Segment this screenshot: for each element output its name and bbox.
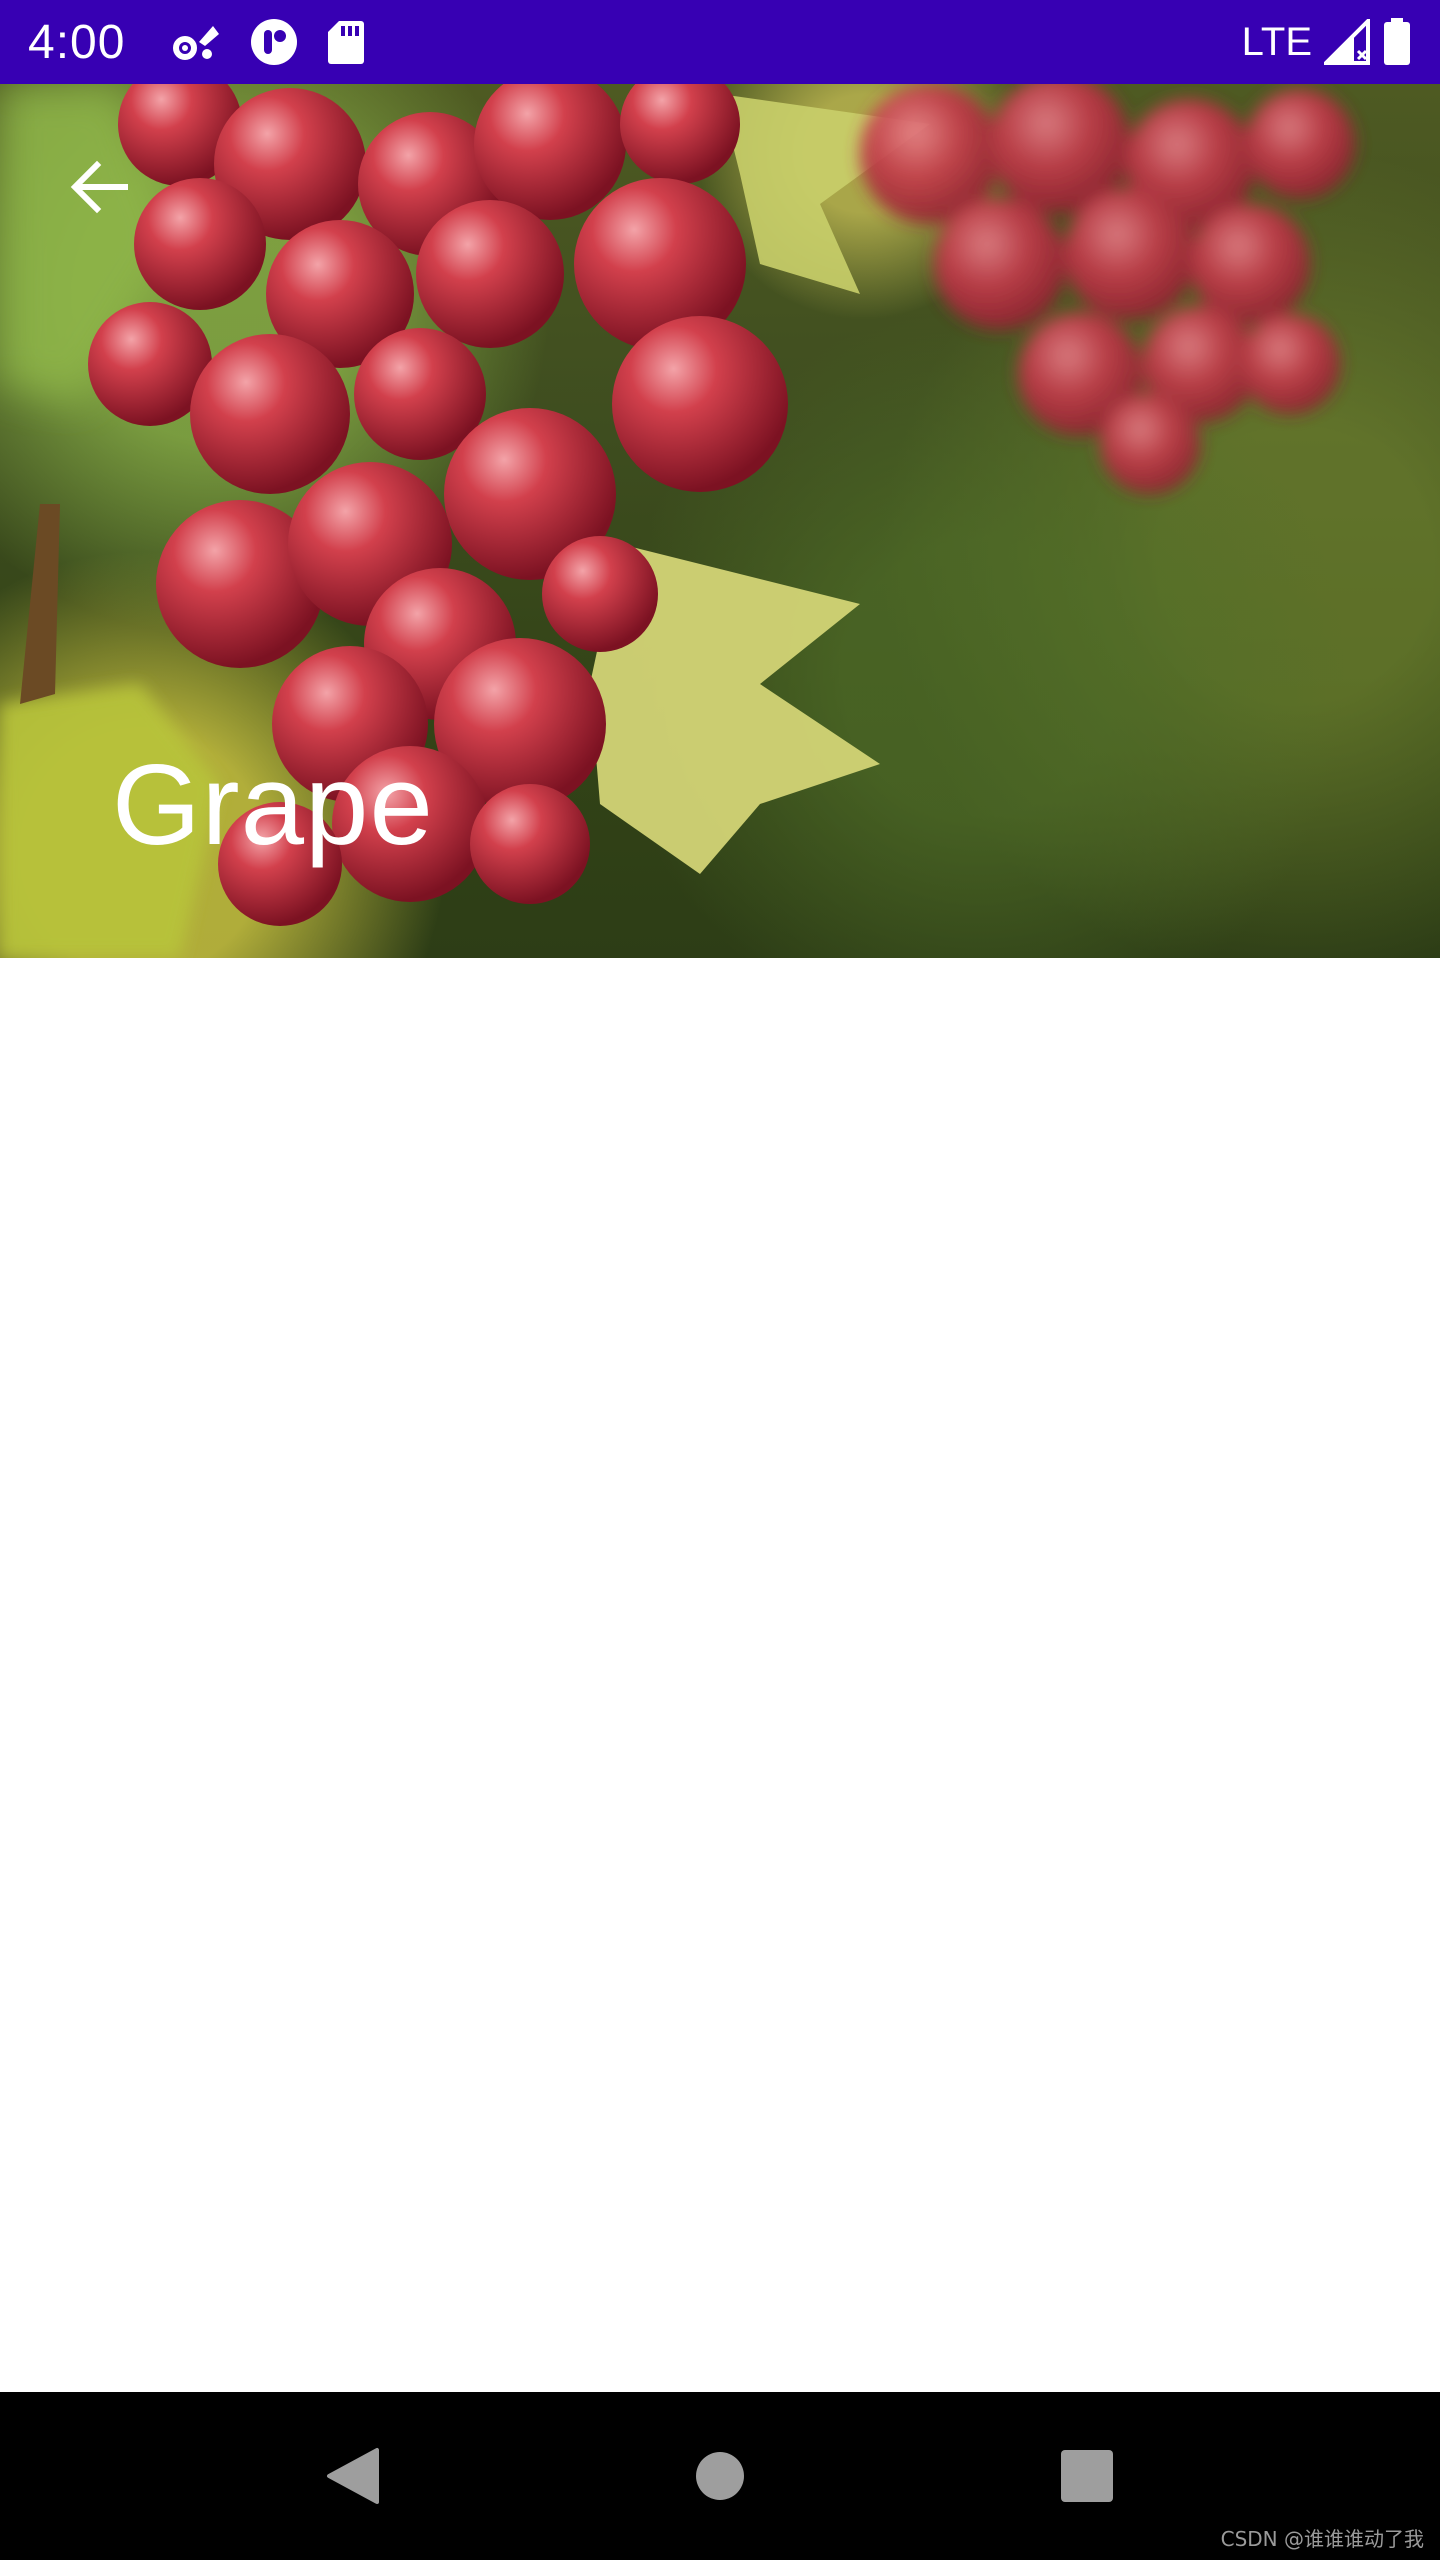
media-icon (249, 17, 299, 67)
nav-recents-button[interactable] (1042, 2431, 1132, 2521)
status-right: LTE (1242, 18, 1412, 66)
header-image: Grape (0, 84, 1440, 958)
signal-icon (1324, 19, 1370, 65)
page-title: Grape (112, 742, 434, 869)
arrow-back-icon (70, 160, 128, 214)
status-bar: 4:00 LTE (0, 0, 1440, 84)
home-circle-icon (695, 2452, 744, 2500)
status-time: 4:00 (28, 15, 126, 69)
nav-back-button[interactable] (308, 2431, 398, 2521)
settings-icon (169, 20, 221, 64)
watermark: CSDN @谁谁谁动了我 (1220, 2527, 1424, 2551)
nav-home-button[interactable] (675, 2431, 765, 2521)
content-area[interactable] (0, 958, 1440, 2392)
back-triangle-icon (327, 2448, 380, 2504)
navigation-bar: CSDN @谁谁谁动了我 (0, 2392, 1440, 2560)
battery-icon (1382, 18, 1412, 66)
recents-square-icon (1060, 2450, 1113, 2502)
sd-card-icon (327, 19, 365, 65)
network-type: LTE (1241, 19, 1312, 64)
status-icons-left (169, 17, 365, 67)
back-button[interactable] (56, 144, 142, 230)
